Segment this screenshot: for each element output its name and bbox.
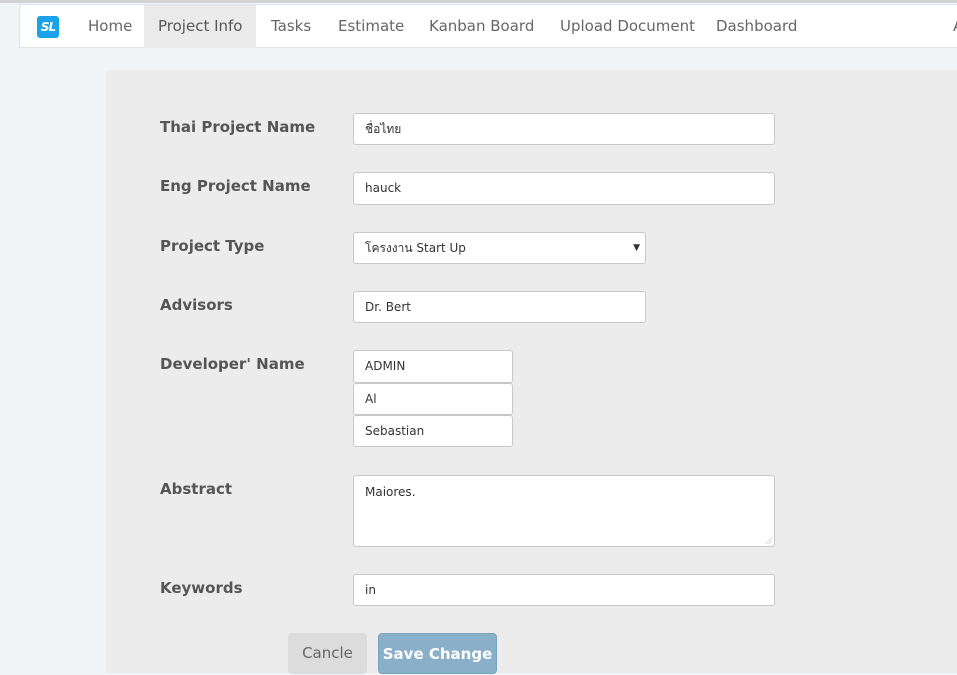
developer-name-input-2[interactable]: Al	[353, 383, 513, 415]
nav-overflow-item[interactable]: A	[939, 5, 957, 48]
thai-project-name-label: Thai Project Name	[160, 118, 316, 136]
abstract-text: Maiores.	[365, 485, 416, 499]
resize-handle-icon[interactable]	[765, 537, 772, 544]
nav-dashboard[interactable]: Dashboard	[702, 5, 811, 48]
nav-upload-document[interactable]: Upload Document	[546, 5, 709, 48]
keywords-label: Keywords	[160, 579, 243, 597]
nav-home[interactable]: Home	[74, 5, 146, 48]
advisors-input[interactable]: Dr. Bert	[353, 291, 646, 323]
nav-kanban-board[interactable]: Kanban Board	[415, 5, 548, 48]
keywords-input[interactable]: in	[353, 574, 775, 606]
nav-tasks[interactable]: Tasks	[257, 5, 325, 48]
project-type-label: Project Type	[160, 237, 265, 255]
save-change-button[interactable]: Save Change	[378, 633, 497, 674]
developer-name-input-1[interactable]: ADMIN	[353, 350, 513, 383]
app-logo-icon[interactable]: SL	[37, 16, 59, 38]
cancel-button[interactable]: Cancle	[288, 633, 367, 674]
abstract-label: Abstract	[160, 480, 233, 498]
project-type-select[interactable]: โครงงาน Start Up ▼	[353, 232, 646, 264]
eng-project-name-input[interactable]: hauck	[353, 172, 775, 205]
developer-name-label: Developer' Name	[160, 355, 305, 373]
top-border	[0, 0, 957, 3]
dropdown-arrow-icon: ▼	[633, 243, 640, 253]
eng-project-name-label: Eng Project Name	[160, 177, 311, 195]
project-type-selected-value: โครงงาน Start Up	[365, 241, 466, 255]
nav-estimate[interactable]: Estimate	[324, 5, 418, 48]
nav-project-info[interactable]: Project Info	[144, 5, 257, 48]
thai-project-name-input[interactable]: ชื่อไทย	[353, 113, 775, 145]
developer-name-input-3[interactable]: Sebastian	[353, 415, 513, 447]
top-navbar: SL Home Project Info Tasks Estimate Kanb…	[19, 4, 957, 48]
advisors-label: Advisors	[160, 296, 233, 314]
abstract-textarea[interactable]: Maiores.	[353, 475, 775, 547]
